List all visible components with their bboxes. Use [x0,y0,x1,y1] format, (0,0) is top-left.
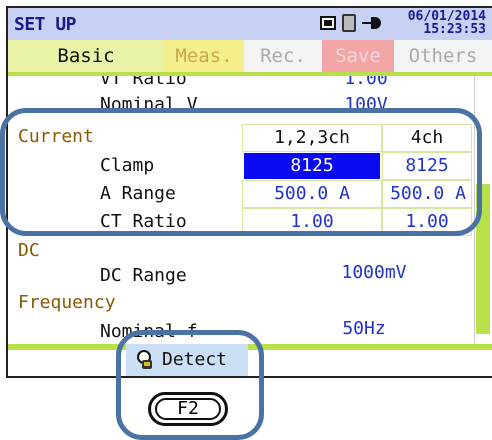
detect-key-callout [116,330,264,440]
frequency-header: Frequency [18,292,116,313]
ac-power-icon [362,16,384,30]
vt-ratio-row[interactable]: VT Ratio 1.00 [8,76,474,96]
dc-range-value: 1000mV [341,262,407,283]
tab-meas[interactable]: Meas. [164,40,244,72]
usb-memory-icon [342,14,356,32]
status-icons [320,14,384,32]
tab-save[interactable]: Save [322,40,394,72]
dc-range-row[interactable]: DC Range 1000mV [8,262,474,290]
dc-header: DC [18,240,40,261]
tab-rec[interactable]: Rec. [244,40,322,72]
frequency-header-row: Frequency [8,292,474,320]
datetime: 06/01/2014 15:23:53 [408,10,486,36]
tab-others[interactable]: Others [394,40,492,72]
screen-title: SET UP [14,14,77,35]
dc-range-label: DC Range [100,265,187,286]
time-text: 15:23:53 [423,22,486,37]
nominal-f-value: 50Hz [342,318,386,339]
tab-basic[interactable]: Basic [8,40,164,72]
vt-ratio-label: VT Ratio [100,76,187,89]
sd-card-icon [320,16,336,30]
current-section-callout [0,108,482,236]
vt-ratio-value: 1.00 [344,76,388,89]
title-bar: SET UP 06/01/2014 15:23:53 [8,8,492,40]
tab-bar: Basic Meas. Rec. Save Others [8,40,492,72]
